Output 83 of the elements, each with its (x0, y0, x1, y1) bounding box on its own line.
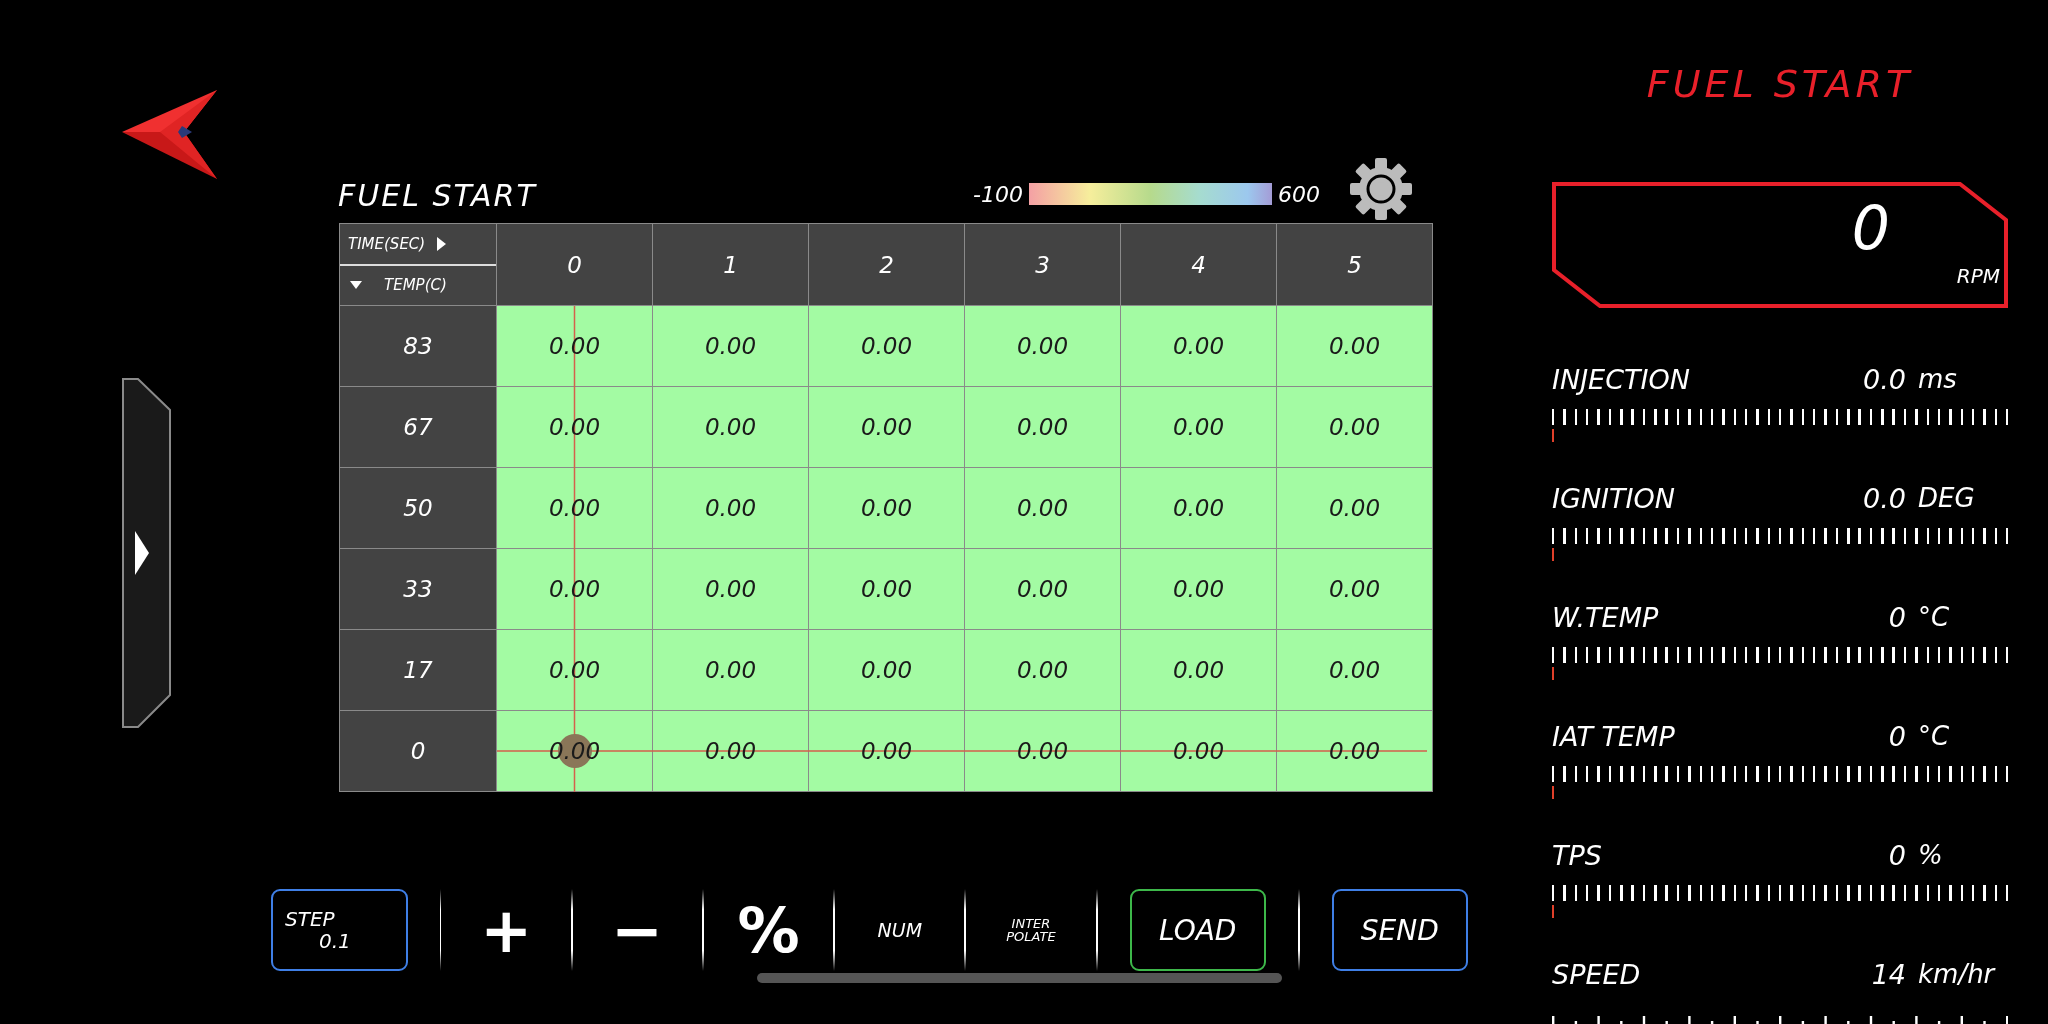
gauge-label: W.TEMP (1552, 601, 1660, 633)
toolbar-button[interactable]: % (703, 889, 834, 971)
axis-label: TEMP(C) (384, 276, 447, 295)
toolbar-button[interactable]: − (572, 889, 702, 971)
settings-icon[interactable] (1350, 158, 1412, 220)
table-cell[interactable]: 0.00 (653, 468, 808, 548)
table-cell[interactable]: 0.00 (809, 549, 964, 629)
gauge-unit: ms (1917, 364, 1958, 394)
gauge-label: INJECTION (1552, 363, 1691, 395)
table-cell[interactable]: 0.00 (1277, 387, 1432, 467)
scrollbar[interactable] (757, 973, 1282, 983)
toolbar-button[interactable]: INTER POLATE (966, 889, 1096, 971)
table-cell[interactable]: 0.00 (809, 306, 964, 386)
gauge-label: IGNITION (1552, 482, 1676, 514)
gauge-label: IAT TEMP (1552, 720, 1676, 752)
table-cell[interactable]: 0.00 (965, 387, 1120, 467)
table-cell[interactable]: 0.00 (1121, 387, 1276, 467)
table-cell[interactable]: 0.00 (1121, 711, 1276, 791)
column-header: 5 (1277, 224, 1432, 305)
table-cell[interactable]: 0.00 (1121, 306, 1276, 386)
rpm-value: 0 (1851, 195, 1890, 260)
gauge-value: 0 (1887, 839, 1906, 871)
column-header: 4 (1121, 224, 1276, 305)
table-cell[interactable]: 0.00 (1121, 549, 1276, 629)
gauge-unit: km/hr (1917, 959, 1997, 989)
table-cell[interactable]: 0.00 (1121, 468, 1276, 548)
table-cell[interactable]: 0.00 (965, 468, 1120, 548)
table-cell[interactable]: 0.00 (1277, 306, 1432, 386)
table-cell[interactable]: 0.00 (809, 711, 964, 791)
caret-right-icon (437, 236, 447, 251)
row-header: 17 (340, 630, 496, 710)
table-cell[interactable]: 0.00 (653, 549, 808, 629)
caret-down-icon (350, 281, 362, 290)
toolbar-button[interactable]: NUM (835, 889, 965, 971)
table-cell[interactable]: 0.00 (1277, 711, 1432, 791)
table-cell[interactable]: 0.00 (1277, 549, 1432, 629)
table-cell[interactable]: 0.00 (1277, 468, 1432, 548)
side-panel-handle[interactable] (122, 378, 172, 728)
column-header: 0 (497, 224, 652, 305)
legend-max-label: 600 (1278, 181, 1320, 207)
table-cell[interactable]: 0.00 (653, 306, 808, 386)
gauge-value: 0 (1887, 720, 1906, 752)
gauge-label: SPEED (1552, 958, 1642, 990)
row-header: 83 (340, 306, 496, 386)
row-header: 0 (340, 711, 496, 791)
gauge-value: 0.0 (1862, 363, 1906, 395)
table-cell[interactable]: 0.00 (653, 711, 808, 791)
gauge-unit: DEG (1917, 483, 1976, 513)
table-cell[interactable]: 0.00 (653, 630, 808, 710)
legend-min-label: -100 (973, 181, 1023, 207)
gauge-unit: °C (1917, 721, 1951, 751)
toolbar-button[interactable]: + (441, 889, 571, 971)
gauge-value: 0 (1887, 601, 1906, 633)
table-cell[interactable]: 0.00 (809, 468, 964, 548)
column-header: 2 (809, 224, 964, 305)
axis-label: TIME(SEC) (348, 234, 426, 253)
table-cell[interactable]: 0.00 (965, 549, 1120, 629)
rpm-unit: RPM (1956, 263, 2000, 288)
table-cell[interactable]: 0.00 (965, 306, 1120, 386)
table-title: FUEL START (338, 177, 538, 213)
step-button[interactable]: STEP 0.1 (271, 889, 408, 971)
gauge-value: 0.0 (1862, 482, 1906, 514)
table-cell[interactable]: 0.00 (965, 630, 1120, 710)
table-cell[interactable]: 0.00 (1277, 630, 1432, 710)
table-cell[interactable]: 0.00 (653, 387, 808, 467)
back-arrow-icon[interactable] (122, 90, 217, 179)
row-header: 67 (340, 387, 496, 467)
row-header: 33 (340, 549, 496, 629)
gauge-label: TPS (1552, 839, 1603, 871)
table-cell[interactable]: 0.00 (809, 630, 964, 710)
table-cell[interactable]: 0.00 (1121, 630, 1276, 710)
table-cell[interactable]: 0.00 (809, 387, 964, 467)
table-cell[interactable]: 0.00 (497, 711, 652, 791)
gauge-unit: °C (1917, 602, 1951, 632)
table-cell[interactable]: 0.00 (965, 711, 1120, 791)
action-button[interactable]: SEND (1331, 889, 1468, 971)
column-header: 3 (965, 224, 1120, 305)
action-button[interactable]: LOAD (1129, 889, 1266, 971)
row-header: 50 (340, 468, 496, 548)
mode-title: FUEL START (1645, 62, 1915, 108)
gauge-value: 14 (1870, 958, 1906, 990)
gauge-unit: % (1917, 840, 1944, 870)
column-header: 1 (653, 224, 808, 305)
